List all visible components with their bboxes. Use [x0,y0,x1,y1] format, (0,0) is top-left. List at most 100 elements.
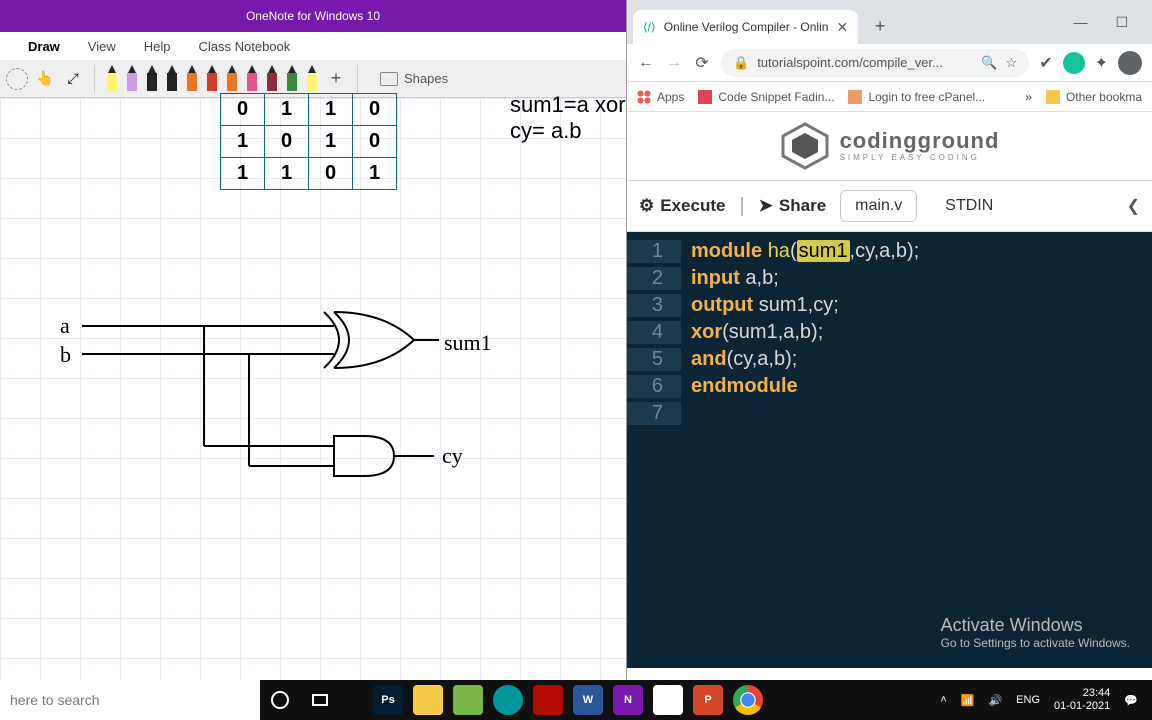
pen-orange[interactable] [185,65,199,93]
chrome-tab-strip: ⟨/⟩ Online Verilog Compiler - Onlin ✕ + … [627,0,1152,44]
tab-class-notebook[interactable]: Class Notebook [199,39,291,54]
cortana-icon[interactable] [260,680,300,720]
execute-button[interactable]: ⚙ Execute [639,196,725,216]
bookmark-cpanel[interactable]: Login to free cPanel... [848,90,985,104]
touch-tool-icon[interactable]: 👆 [34,68,56,90]
bookmark-snippet[interactable]: Code Snippet Fadin... [698,90,834,104]
apps-grid-icon [637,90,651,104]
table-row: 1101 [221,158,397,190]
share-button[interactable]: ➤ Share [759,196,827,216]
new-tab-button[interactable]: + [866,12,894,40]
lasso-tool-icon[interactable] [6,68,28,90]
add-pen-icon[interactable]: + [325,68,347,90]
codingground-header: codingground SIMPLY EASY CODING [627,112,1152,180]
chrome-window: ⟨/⟩ Online Verilog Compiler - Onlin ✕ + … [626,0,1152,680]
shape-icon [380,72,398,86]
code-line-4: 4 xor(sum1,a,b); [627,319,1152,346]
app-onenote[interactable]: N [608,680,648,720]
app-chrome[interactable] [728,680,768,720]
app-notepadpp[interactable] [448,680,488,720]
folder-icon [1046,90,1060,104]
address-bar-row: ← → ⟳ 🔒 tutorialspoint.com/compile_ver..… [627,44,1152,82]
pen-black-1[interactable] [145,65,159,93]
eq-cy: cy= a.b [510,118,626,144]
toolbar-icons: ✔ ✦ [1039,51,1142,75]
table-row: 0110 [221,94,397,126]
tab-draw[interactable]: Draw [28,39,60,54]
minimize-icon[interactable]: — [1073,14,1087,31]
pen-highlighter-purple[interactable] [125,65,139,93]
browser-tab[interactable]: ⟨/⟩ Online Verilog Compiler - Onlin ✕ [633,10,858,44]
onenote-canvas[interactable]: 0110 1010 1101 sum1=a xor cy= a.b a b su… [0,98,626,680]
chevron-left-icon[interactable]: ❮ [1127,196,1140,216]
onenote-title-bar: OneNote for Windows 10 [0,0,626,32]
taskbar-clock[interactable]: 23:44 01-01-2021 [1054,687,1110,713]
volume-icon[interactable]: 🔊 [988,694,1002,707]
extensions-icon[interactable]: ✦ [1095,53,1108,73]
gear-icon: ⚙ [639,196,654,216]
star-icon[interactable]: ☆ [1006,55,1018,71]
insert-space-icon[interactable]: ⤢ [62,68,84,90]
zoom-icon[interactable]: 🔍 [981,55,997,71]
editor-toolbar: ⚙ Execute | ➤ Share main.v STDIN ❮ [627,180,1152,232]
app-powerpoint[interactable]: P [688,680,728,720]
pen-pink[interactable] [245,65,259,93]
tab-main-v[interactable]: main.v [840,190,917,222]
address-bar[interactable]: 🔒 tutorialspoint.com/compile_ver... 🔍 ☆ [721,49,1029,77]
taskbar-search[interactable]: here to search [0,680,260,720]
highlighted-cursor: sum1 [797,240,850,262]
tray-overflow-icon[interactable]: ˄ [940,694,946,706]
app-photoshop[interactable]: Ps [368,680,408,720]
wifi-icon[interactable]: 📶 [961,694,975,707]
pen-highlighter-yellow[interactable] [105,65,119,93]
pen-maroon[interactable] [265,65,279,93]
app-acrobat[interactable] [528,680,568,720]
pen-green[interactable] [285,65,299,93]
tab-stdin[interactable]: STDIN [931,191,1007,221]
bookmark-apps[interactable]: Apps [637,90,684,104]
pen-orange-2[interactable] [225,65,239,93]
tab-help[interactable]: Help [144,39,171,54]
window-controls: — ☐ [1073,14,1152,31]
input-lang[interactable]: ENG [1016,694,1040,706]
bookmark-other[interactable]: Other bookma [1046,90,1142,104]
ribbon-tabs: Draw View Help Class Notebook [0,32,626,60]
separator [94,65,95,93]
bookmark-icon [698,90,712,104]
back-icon[interactable]: ← [637,54,655,72]
pen-red[interactable] [205,65,219,93]
share-icon: ➤ [759,196,773,216]
reload-icon[interactable]: ⟳ [693,54,711,72]
bookmarks-bar: Apps Code Snippet Fadin... Login to free… [627,82,1152,112]
search-placeholder: here to search [10,692,100,708]
app-explorer[interactable] [408,680,448,720]
grammarly-icon[interactable] [1063,52,1085,74]
shapes-label: Shapes [404,71,448,86]
app-word[interactable]: W [568,680,608,720]
onenote-title: OneNote for Windows 10 [246,9,380,23]
url-text: tutorialspoint.com/compile_ver... [757,55,943,70]
code-line-5: 5 and(cy,a,b); [627,346,1152,373]
pen-yellow[interactable] [305,65,319,93]
half-adder-circuit: a b sum1 cy [54,308,534,508]
logo-title: codingground [840,130,1000,152]
code-editor[interactable]: 1 module ha(sum1,cy,a,b); 2 input a,b; 3… [627,232,1152,668]
tab-close-icon[interactable]: ✕ [836,19,848,36]
taskbar: here to search Ps W N P ˄ 📶 🔊 ENG 23:44 … [0,680,1152,720]
action-center-icon[interactable]: 💬 [1124,694,1138,707]
equations: sum1=a xor cy= a.b [510,92,626,144]
system-tray: ˄ 📶 🔊 ENG 23:44 01-01-2021 💬 [940,687,1152,713]
app-arduino[interactable] [488,680,528,720]
tab-view[interactable]: View [88,39,116,54]
codingground-logo[interactable]: codingground SIMPLY EASY CODING [780,121,1000,171]
maximize-icon[interactable]: ☐ [1115,14,1128,31]
profile-avatar-icon[interactable] [1118,51,1142,75]
task-view-icon[interactable] [300,680,340,720]
check-icon[interactable]: ✔ [1039,53,1052,73]
shapes-button[interactable]: Shapes [380,71,448,86]
pen-black-2[interactable] [165,65,179,93]
app-notepad[interactable] [648,680,688,720]
bookmark-overflow-icon[interactable]: » [1025,90,1032,104]
code-line-1: 1 module ha(sum1,cy,a,b); [627,238,1152,265]
logo-subtitle: SIMPLY EASY CODING [840,154,1000,162]
